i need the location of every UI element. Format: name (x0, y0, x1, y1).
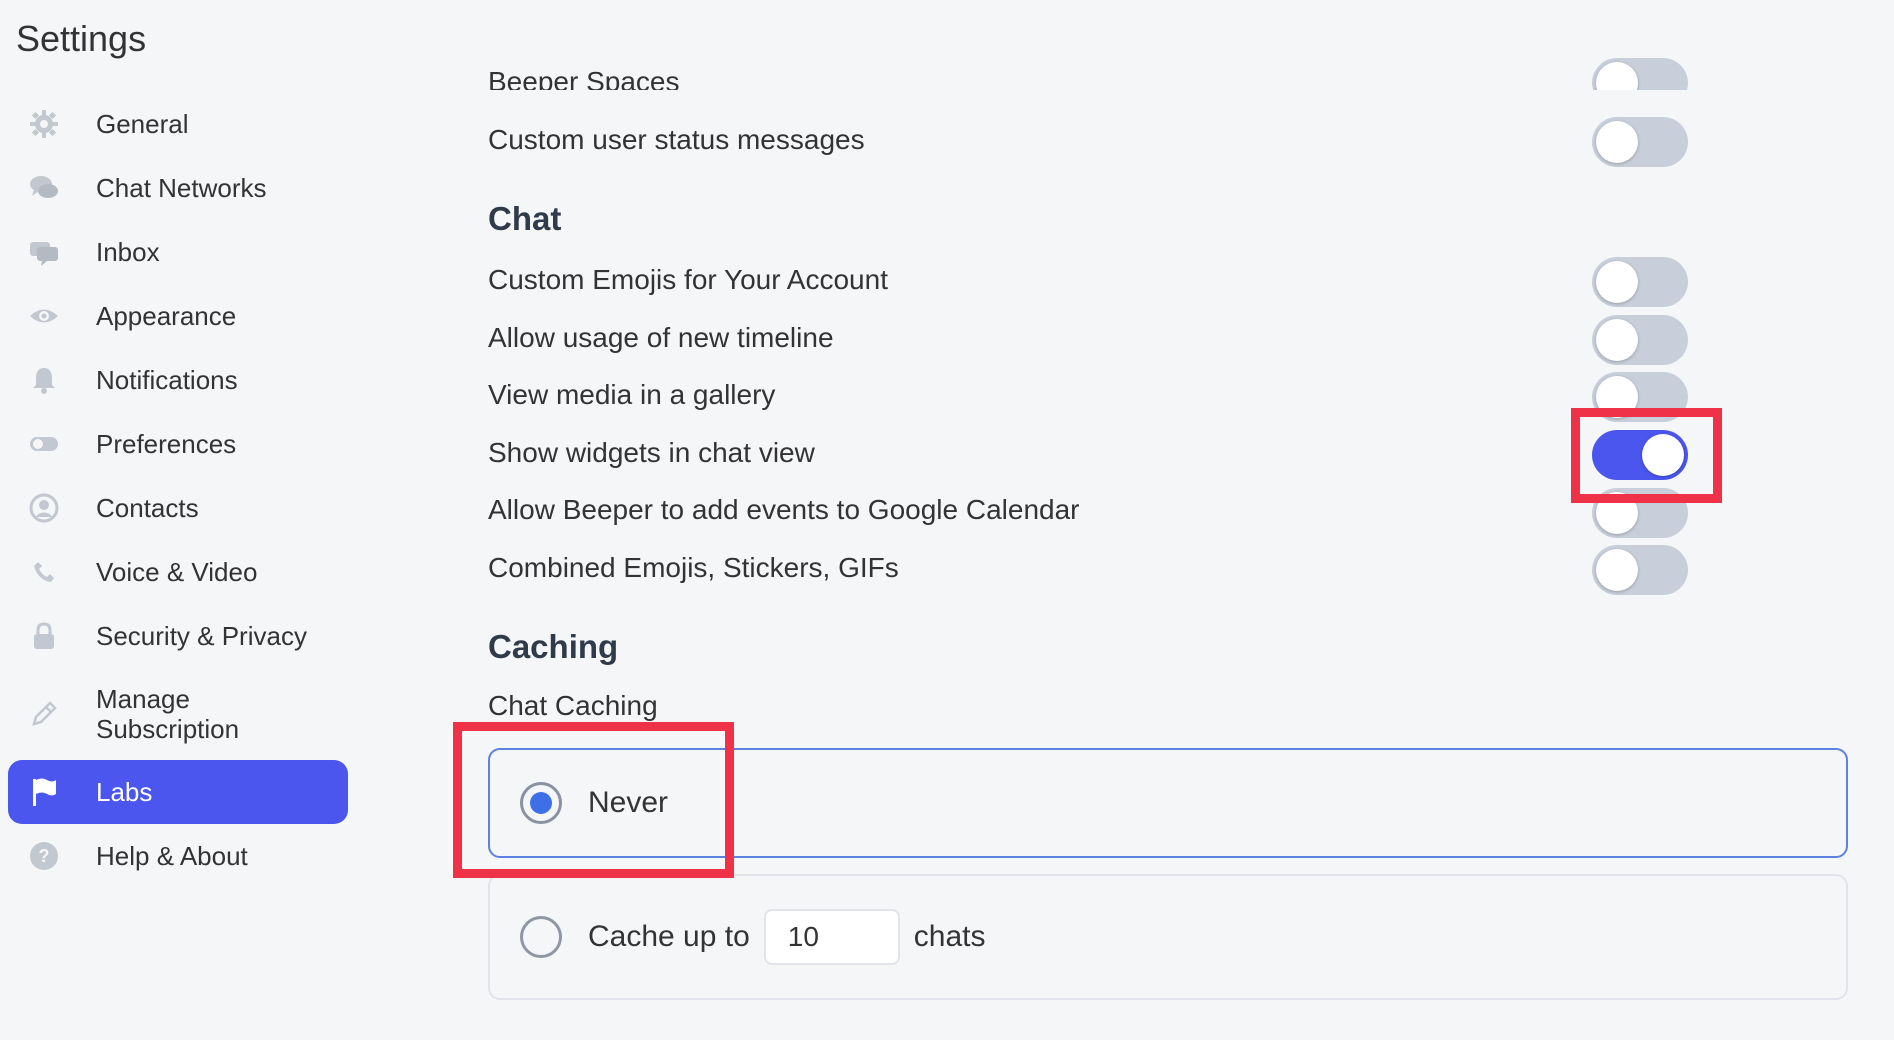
sidebar-item-inbox[interactable]: Inbox (8, 220, 348, 284)
sidebar-item-labs[interactable]: Labs (8, 760, 348, 824)
sidebar-item-preferences[interactable]: Preferences (8, 412, 348, 476)
sidebar-item-label: Security & Privacy (96, 621, 307, 651)
sidebar: Settings General Chat Networks Inbox App… (0, 0, 360, 1040)
gear-icon (26, 106, 62, 142)
setting-label: Allow usage of new timeline (488, 322, 834, 353)
svg-text:?: ? (39, 846, 50, 866)
toggle-icon (26, 426, 62, 462)
sidebar-nav: General Chat Networks Inbox Appearance N… (8, 92, 348, 888)
person-circle-icon (26, 490, 62, 526)
toggle-knob (1596, 121, 1638, 163)
sidebar-item-security-privacy[interactable]: Security & Privacy (8, 604, 348, 668)
sidebar-item-general[interactable]: General (8, 92, 348, 156)
bell-icon (26, 362, 62, 398)
sidebar-item-label: Appearance (96, 301, 237, 331)
sidebar-item-label: Preferences (96, 429, 237, 459)
phone-icon (26, 554, 62, 590)
radio-button[interactable] (520, 916, 562, 958)
setting-label: Combined Emojis, Stickers, GIFs (488, 552, 899, 583)
sidebar-item-label: Chat Networks (96, 173, 267, 203)
sidebar-item-appearance[interactable]: Appearance (8, 284, 348, 348)
page-title: Settings (16, 18, 147, 59)
chat-bubbles-icon (26, 170, 62, 206)
sidebar-item-voice-video[interactable]: Voice & Video (8, 540, 348, 604)
radio-label: Cache up to (588, 920, 750, 953)
combined-emojis-toggle[interactable] (1592, 545, 1688, 595)
sidebar-item-label: Contacts (96, 493, 199, 523)
labs-content: Beeper Spaces Custom user status message… (453, 0, 1848, 1040)
highlight-box-never (453, 722, 734, 878)
section-title-chat: Chat (488, 200, 562, 237)
settings-window: Settings General Chat Networks Inbox App… (0, 0, 1894, 1040)
toggle-knob (1596, 319, 1638, 361)
sidebar-item-manage-subscription[interactable]: Manage Subscription (8, 668, 348, 760)
setting-label: Allow Beeper to add events to Google Cal… (488, 494, 1080, 525)
lock-icon (26, 618, 62, 654)
chat-caching-label: Chat Caching (488, 690, 658, 721)
partial-row-clip: Beeper Spaces (488, 0, 1848, 90)
eye-icon (26, 298, 62, 334)
toggle-knob (1596, 261, 1638, 303)
custom-status-toggle[interactable] (1592, 117, 1688, 167)
section-title-caching: Caching (488, 628, 619, 665)
sidebar-item-label: General (96, 109, 189, 139)
radio-option-cache-up-to[interactable]: Cache up to chats (488, 874, 1848, 1000)
inbox-icon (26, 234, 62, 270)
setting-label: Custom user status messages (488, 124, 865, 155)
sidebar-item-chat-networks[interactable]: Chat Networks (8, 156, 348, 220)
toggle-knob (1596, 549, 1638, 591)
setting-label: Custom Emojis for Your Account (488, 264, 888, 295)
pencil-icon (26, 696, 62, 732)
setting-label: Beeper Spaces (488, 66, 680, 90)
radio-label-suffix: chats (913, 920, 986, 953)
toggle-knob (1596, 62, 1638, 90)
sidebar-item-help-about[interactable]: ? Help & About (8, 824, 348, 888)
question-circle-icon: ? (26, 838, 62, 874)
sidebar-item-label: Inbox (96, 237, 160, 267)
sidebar-item-contacts[interactable]: Contacts (8, 476, 348, 540)
flag-icon (26, 774, 62, 810)
new-timeline-toggle[interactable] (1592, 315, 1688, 365)
sidebar-item-notifications[interactable]: Notifications (8, 348, 348, 412)
cache-count-input[interactable] (763, 909, 900, 965)
sidebar-item-label: Notifications (96, 365, 238, 395)
sidebar-item-label: Voice & Video (96, 557, 258, 587)
sidebar-item-label: Manage Subscription (96, 684, 240, 744)
beeper-spaces-toggle[interactable] (1592, 58, 1688, 90)
sidebar-item-label: Labs (96, 777, 153, 807)
setting-label: Show widgets in chat view (488, 437, 815, 468)
setting-label: View media in a gallery (488, 379, 776, 410)
custom-emojis-toggle[interactable] (1592, 257, 1688, 307)
sidebar-item-label: Help & About (96, 841, 248, 871)
highlight-box-toggle (1571, 408, 1722, 503)
